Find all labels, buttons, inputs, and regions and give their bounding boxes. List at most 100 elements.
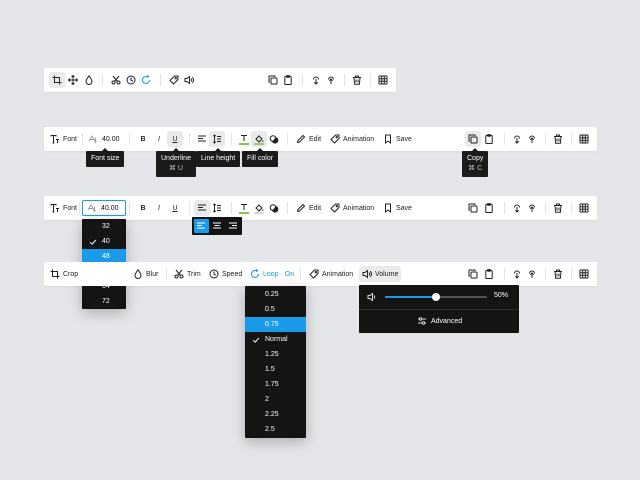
menu-option-label: Normal	[265, 336, 288, 343]
fill-color-button[interactable]	[251, 131, 267, 147]
text-color-swatch	[239, 143, 249, 145]
upload-button[interactable]	[524, 200, 540, 216]
fill-color-button[interactable]	[251, 200, 267, 216]
edit-button[interactable]: Edit	[296, 131, 321, 147]
volume-popover: 50% Advanced	[359, 285, 519, 333]
grid-button[interactable]	[576, 266, 592, 282]
bold-button[interactable]: B	[135, 131, 151, 147]
font-button[interactable]: Font	[50, 200, 77, 216]
grid-button[interactable]	[576, 200, 592, 216]
animation-button[interactable]: Animation	[330, 200, 374, 216]
upload-button[interactable]	[524, 131, 540, 147]
paste-button[interactable]	[481, 266, 497, 282]
download-icon	[512, 203, 522, 213]
trim-button[interactable]: Trim	[174, 266, 201, 282]
menu-option[interactable]: 1.5	[245, 362, 306, 377]
duplicate-button[interactable]	[465, 266, 481, 282]
duplicate-button[interactable]	[465, 200, 481, 216]
delete-button[interactable]	[550, 266, 566, 282]
blur-button[interactable]: Blur	[133, 266, 158, 282]
separator	[504, 133, 505, 145]
line-height-button[interactable]	[209, 131, 225, 147]
animation-button[interactable]	[166, 72, 182, 88]
crop-button[interactable]: Crop	[50, 266, 78, 282]
download-button[interactable]	[509, 266, 525, 282]
crop-button[interactable]	[49, 72, 65, 88]
speed-menu: 0.25 0.5 0.75 Normal 1.25 1.5 1.75 2 2.25 2.5	[245, 286, 306, 438]
menu-option[interactable]: 40	[82, 234, 126, 249]
save-button[interactable]: Save	[383, 131, 412, 147]
menu-option[interactable]: 2.5	[245, 422, 306, 437]
menu-option[interactable]: 1.25	[245, 347, 306, 362]
line-height-button[interactable]	[209, 200, 225, 216]
separator	[82, 133, 83, 145]
italic-button[interactable]: I	[151, 131, 167, 147]
bold-label: B	[140, 135, 146, 143]
underline-button[interactable]: U	[167, 200, 183, 216]
opacity-button[interactable]	[266, 131, 282, 147]
clipboard-icon	[283, 75, 293, 85]
align-button[interactable]	[194, 131, 210, 147]
menu-option[interactable]: 0.25	[245, 287, 306, 302]
volume-slider[interactable]	[385, 293, 487, 301]
download-button[interactable]	[308, 72, 324, 88]
move-button[interactable]	[65, 72, 81, 88]
text-color-button[interactable]	[236, 131, 252, 147]
volume-button[interactable]: Volume	[359, 266, 402, 282]
crop-icon	[50, 269, 60, 279]
edit-button[interactable]: Edit	[296, 200, 321, 216]
grid-icon	[378, 75, 388, 85]
paste-button[interactable]	[481, 200, 497, 216]
font-size-input[interactable]: 40.00	[84, 131, 124, 147]
font-size-input[interactable]: 40.00	[82, 200, 126, 216]
loop-button[interactable]	[138, 72, 154, 88]
text-color-button[interactable]	[236, 200, 252, 216]
bold-button[interactable]: B	[135, 200, 151, 216]
underline-button[interactable]: U	[167, 131, 183, 147]
menu-option[interactable]: Normal	[245, 332, 306, 347]
align-right-option[interactable]	[225, 219, 240, 233]
speed-button[interactable]: Speed	[209, 266, 242, 282]
animation-button[interactable]: Animation	[330, 131, 374, 147]
delete-button[interactable]	[349, 72, 365, 88]
menu-option[interactable]: 0.75	[245, 317, 306, 332]
volume-button[interactable]	[181, 72, 197, 88]
advanced-button[interactable]: Advanced	[417, 316, 462, 326]
duplicate-button[interactable]	[465, 131, 481, 147]
download-button[interactable]	[509, 131, 525, 147]
delete-button[interactable]	[550, 131, 566, 147]
delete-button[interactable]	[550, 200, 566, 216]
volume-slider-handle[interactable]	[432, 293, 440, 301]
speed-button[interactable]	[123, 72, 139, 88]
font-button[interactable]: Font	[50, 131, 77, 147]
grid-button[interactable]	[576, 131, 592, 147]
italic-button[interactable]: I	[151, 200, 167, 216]
save-button[interactable]: Save	[383, 200, 412, 216]
upload-button[interactable]	[323, 72, 339, 88]
paste-button[interactable]	[481, 131, 497, 147]
download-button[interactable]	[509, 200, 525, 216]
trim-button[interactable]	[108, 72, 124, 88]
animation-button[interactable]: Animation	[309, 266, 353, 282]
menu-option[interactable]: 1.75	[245, 377, 306, 392]
menu-option[interactable]: 72	[82, 294, 126, 309]
paste-button[interactable]	[280, 72, 296, 88]
align-left-option[interactable]	[194, 219, 209, 233]
separator	[571, 133, 572, 145]
edit-label: Edit	[309, 204, 322, 212]
menu-option[interactable]: 2.25	[245, 407, 306, 422]
loop-button[interactable]: Loop · On	[250, 266, 294, 282]
menu-option[interactable]: 0.5	[245, 302, 306, 317]
italic-label: I	[158, 204, 160, 212]
menu-option[interactable]: 32	[82, 219, 126, 234]
menu-option[interactable]: 2	[245, 392, 306, 407]
duplicate-button[interactable]	[265, 72, 281, 88]
opacity-button[interactable]	[266, 200, 282, 216]
blur-button[interactable]	[81, 72, 97, 88]
upload-button[interactable]	[524, 266, 540, 282]
align-center-option[interactable]	[210, 219, 225, 233]
grid-icon	[579, 134, 589, 144]
trash-icon	[553, 203, 563, 213]
grid-button[interactable]	[375, 72, 391, 88]
align-button[interactable]	[194, 200, 210, 216]
